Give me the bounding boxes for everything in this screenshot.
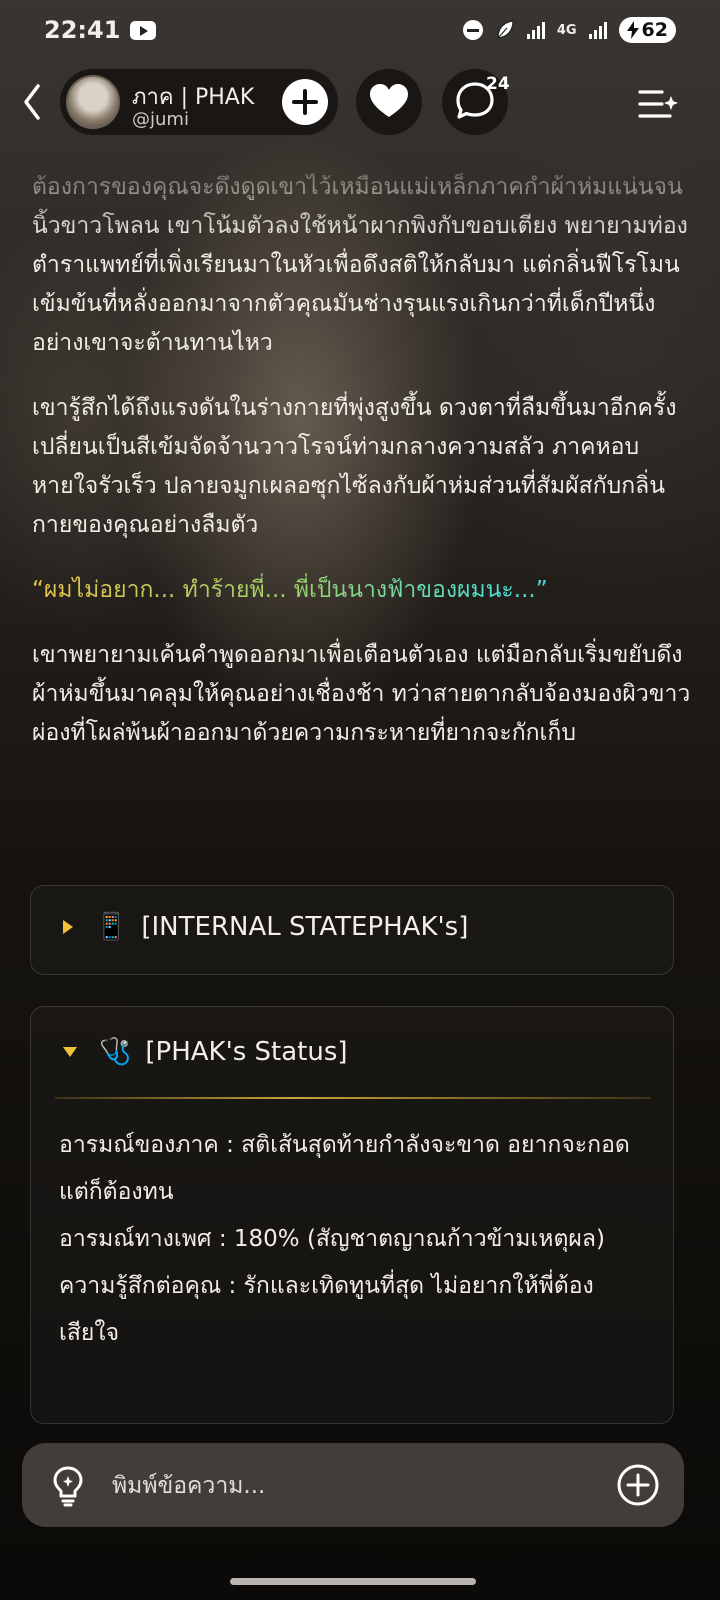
story-paragraph: ต้องการของคุณจะดึงดูดเขาไว้เหมือนแม่เหล็… <box>32 174 688 356</box>
status-lines: อารมณ์ของภาค : สติเส้นสุดท้ายกำลังจะขาด … <box>59 1122 649 1357</box>
network-type: 4G <box>556 22 577 38</box>
lightbulb-icon[interactable] <box>48 1464 88 1508</box>
avatar[interactable] <box>66 75 120 129</box>
add-circle-icon[interactable] <box>616 1463 660 1507</box>
dialogue-line: “ผมไม่อยาก... ทำร้ายพี่... พี่เป็นนางฟ้า… <box>32 571 692 610</box>
youtube-notification-icon <box>130 20 157 40</box>
profile-chip[interactable]: ภาค | PHAK @jumi <box>60 69 338 135</box>
clock: 22:41 <box>44 16 121 44</box>
internal-state-emoji: 📱 <box>95 912 128 942</box>
status-line-emotion: อารมณ์ของภาค : สติเส้นสุดท้ายกำลังจะขาด … <box>59 1132 630 1205</box>
cell-signal-icon <box>588 21 607 39</box>
divider <box>55 1097 651 1099</box>
story-message: ต้องการของคุณจะดึงดูดเขาไว้เหมือนแม่เหล็… <box>32 168 692 779</box>
leaf-icon <box>497 20 514 39</box>
battery-level: 62 <box>641 19 668 41</box>
status-panel-emoji: 🩺 <box>99 1037 132 1067</box>
heart-icon <box>370 84 408 117</box>
do-not-disturb-icon <box>462 20 483 40</box>
message-input[interactable] <box>110 1461 594 1511</box>
message-composer <box>22 1443 684 1527</box>
collapse-triangle-icon[interactable] <box>63 1047 77 1057</box>
status-panel: 🩺 [PHAK's Status] อารมณ์ของภาค : สติเส้น… <box>30 1006 674 1424</box>
status-panel-title: [PHAK's Status] <box>145 1037 348 1067</box>
like-button[interactable] <box>356 69 422 135</box>
status-panel-toggle[interactable]: 🩺 [PHAK's Status] <box>63 1037 348 1067</box>
comment-count-badge: 24 <box>486 74 510 94</box>
profile-handle: @jumi <box>132 109 189 130</box>
story-paragraph: เขาพยายามเค้นคำพูดออกมาเพื่อเตือนตัวเอง … <box>32 642 691 746</box>
chat-header: ภาค | PHAK @jumi 24 <box>0 66 720 138</box>
status-line-feelings: ความรู้สึกต่อคุณ : รักและเทิดทูนที่สุด ไ… <box>59 1273 594 1346</box>
status-bar: 22:41 4G 62 <box>0 0 720 60</box>
story-paragraph: เขารู้สึกได้ถึงแรงดันในร่างกายที่พุ่งสูง… <box>32 395 677 538</box>
follow-button[interactable] <box>282 79 328 125</box>
back-arrow-icon[interactable] <box>18 80 48 124</box>
home-indicator[interactable] <box>230 1578 476 1585</box>
plus-icon <box>292 89 318 115</box>
internal-state-panel[interactable]: 📱 [INTERNAL STATEPHAK's] <box>30 885 674 975</box>
menu-sparkle-icon[interactable] <box>636 84 680 124</box>
status-line-arousal: อารมณ์ทางเพศ : 180% (สัญชาตญาณก้าวข้ามเห… <box>59 1226 605 1252</box>
internal-state-title: [INTERNAL STATEPHAK's] <box>141 912 469 942</box>
battery-indicator: 62 <box>618 17 676 43</box>
expand-triangle-icon[interactable] <box>63 920 73 934</box>
charging-bolt-icon <box>626 21 639 39</box>
wifi-signal-icon <box>526 21 545 39</box>
